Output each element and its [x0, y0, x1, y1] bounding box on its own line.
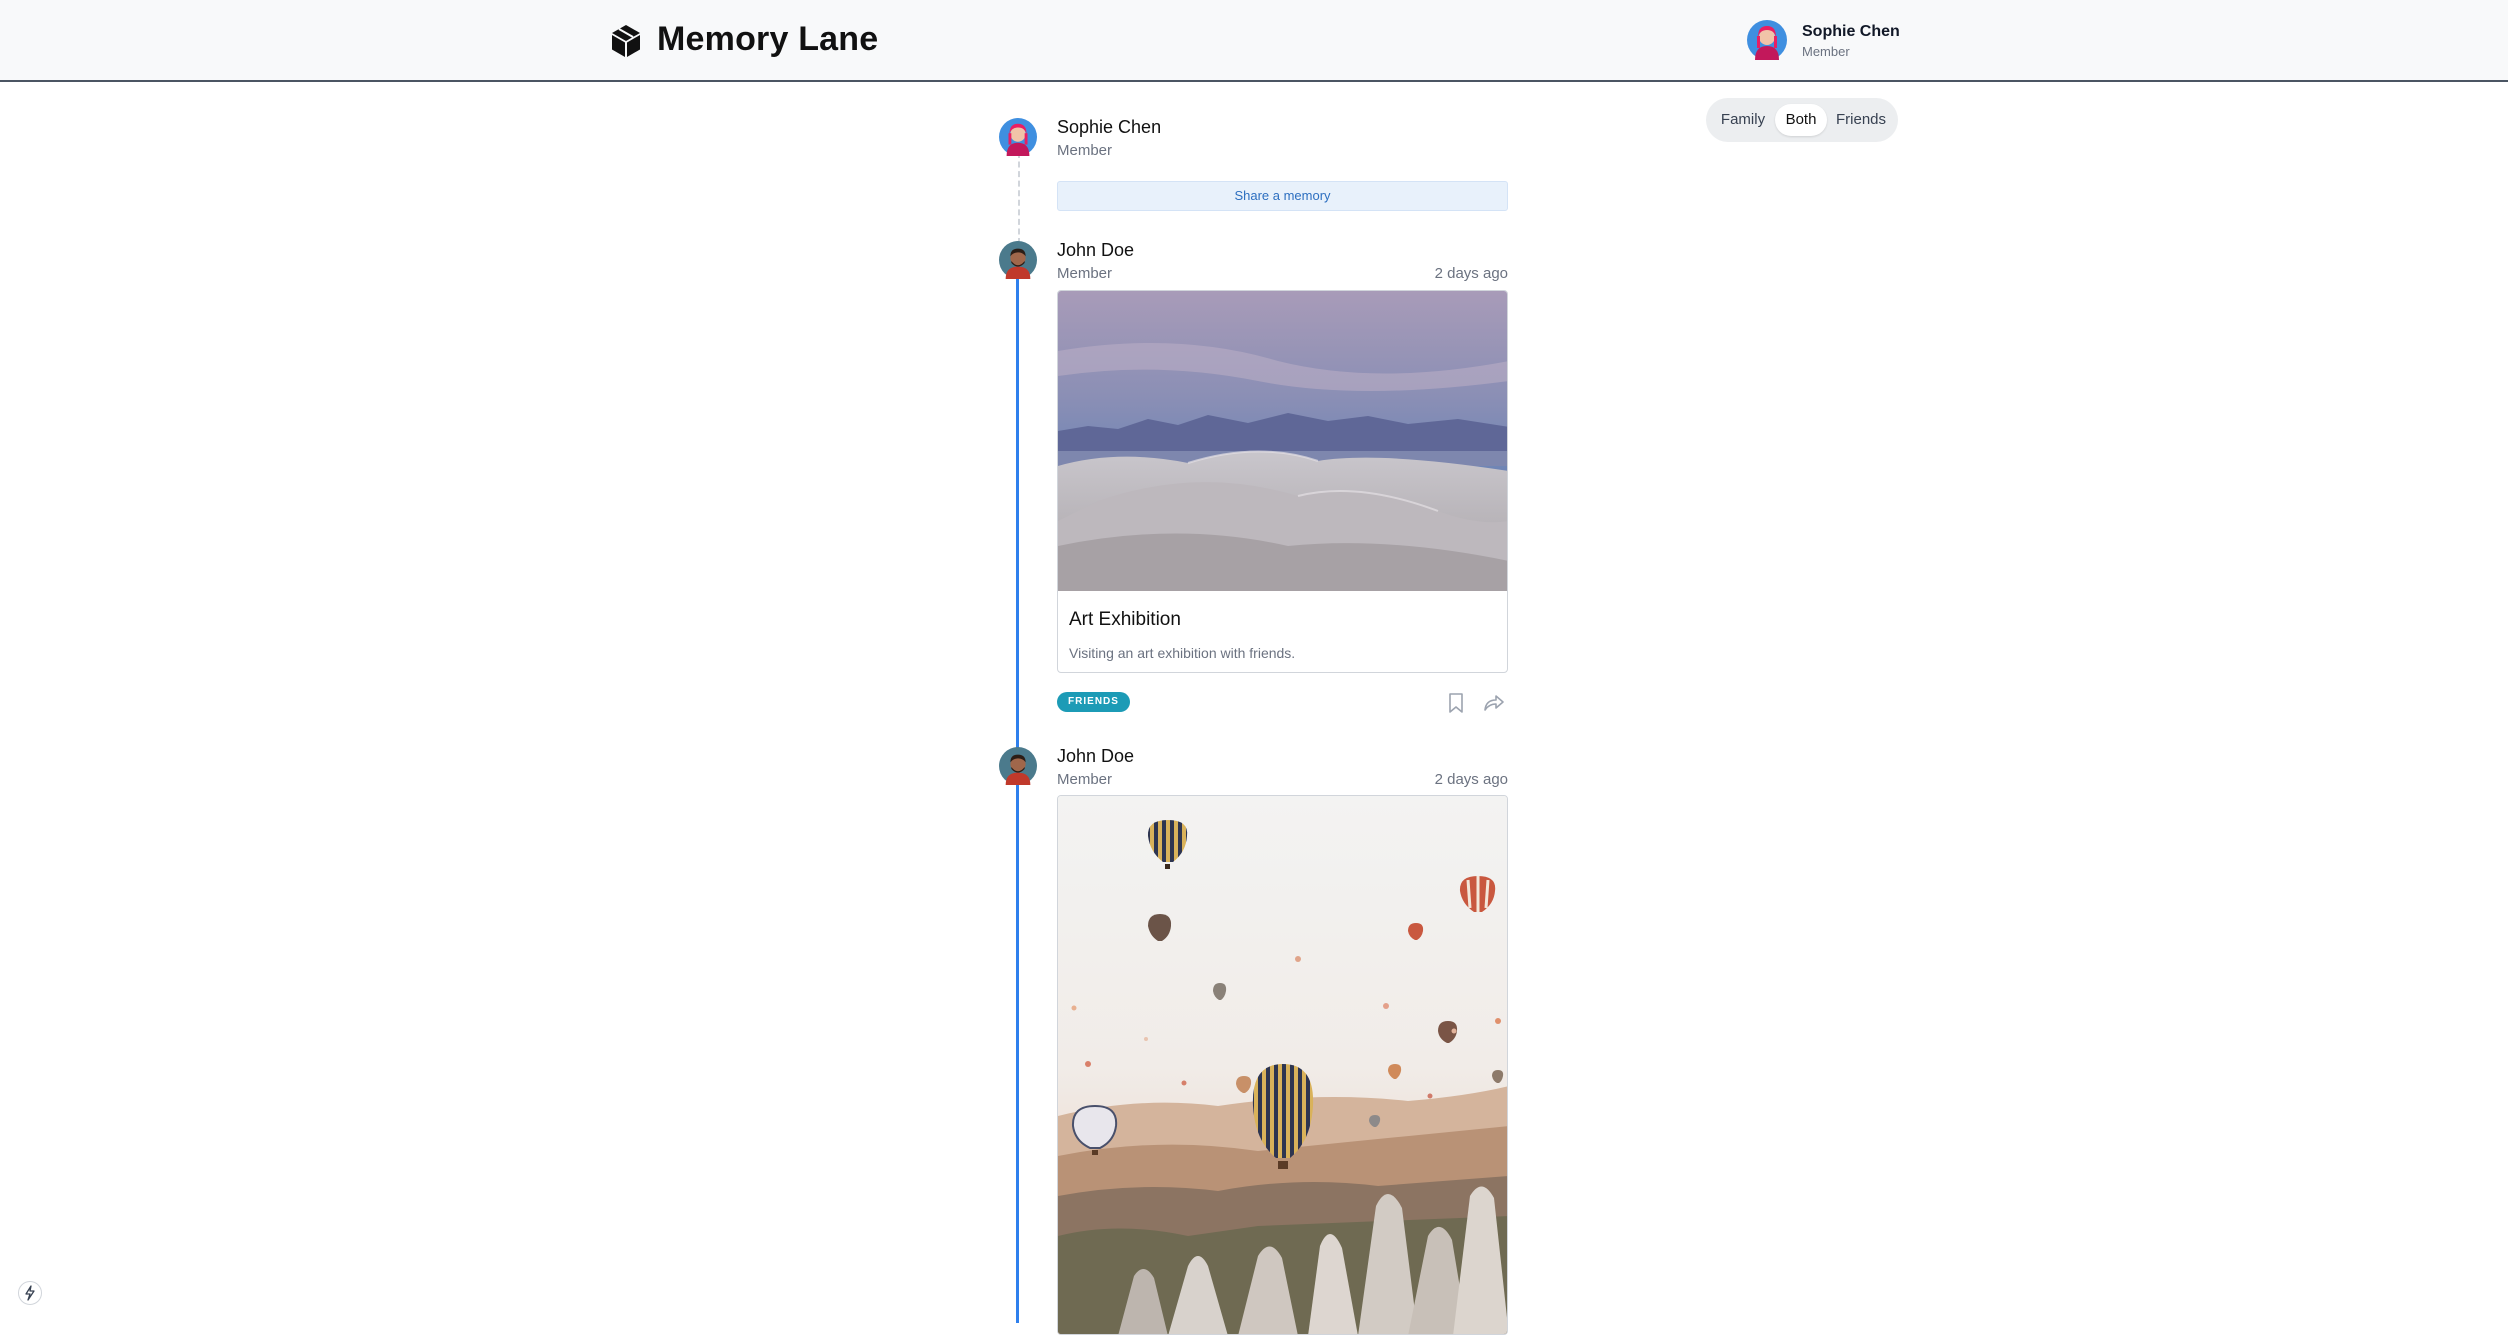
audience-badge: FRIENDS [1057, 692, 1130, 712]
header-user-name: Sophie Chen [1802, 23, 1900, 40]
memory-card[interactable]: Art Exhibition Visiting an art exhibitio… [1057, 290, 1508, 673]
lightning-icon [25, 1285, 35, 1301]
avatar[interactable] [999, 118, 1037, 156]
audience-filter: Family Both Friends [1706, 98, 1898, 142]
avatar[interactable] [999, 747, 1037, 785]
timeline-connector-dashed [1018, 152, 1020, 244]
avatar[interactable] [999, 241, 1037, 279]
app-header: Memory Lane Sophie Chen Member [0, 0, 2508, 82]
filter-family[interactable]: Family [1713, 104, 1773, 136]
hot-air-balloons-photo [1058, 796, 1507, 1334]
post-timestamp: 2 days ago [1434, 771, 1508, 788]
app-title: Memory Lane [657, 20, 879, 58]
share-memory-button[interactable]: Share a memory [1057, 181, 1508, 211]
card-description: Visiting an art exhibition with friends. [1069, 645, 1296, 661]
composer-user-role: Member [1057, 142, 1113, 159]
quick-action-button[interactable] [18, 1281, 42, 1305]
user-menu[interactable]: Sophie Chen Member [1747, 20, 1900, 62]
post-author-name[interactable]: John Doe [1057, 240, 1134, 261]
card-title: Art Exhibition [1069, 609, 1181, 630]
composer-user-name: Sophie Chen [1057, 117, 1162, 137]
filter-both[interactable]: Both [1775, 104, 1827, 136]
desert-dunes-photo [1058, 291, 1507, 591]
share-icon[interactable] [1483, 692, 1505, 714]
post-author-role: Member [1057, 265, 1113, 282]
bookmark-icon[interactable] [1445, 692, 1467, 714]
post-timestamp: 2 days ago [1434, 265, 1508, 282]
memory-card[interactable] [1057, 795, 1508, 1335]
post-author-name[interactable]: John Doe [1057, 746, 1134, 767]
header-user-role: Member [1802, 44, 1850, 59]
filter-friends[interactable]: Friends [1830, 104, 1892, 136]
post-author-role: Member [1057, 771, 1113, 788]
cube-icon[interactable] [610, 24, 642, 58]
timeline-line [1016, 258, 1019, 1323]
avatar[interactable] [1747, 20, 1787, 60]
